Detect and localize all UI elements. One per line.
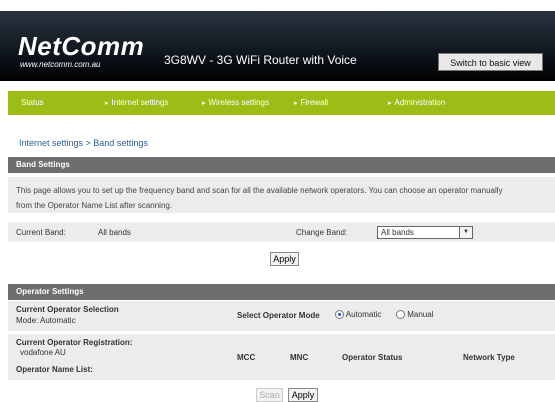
nav-label: Wireless settings bbox=[208, 98, 269, 107]
column-mnc: MNC bbox=[290, 353, 309, 362]
operator-apply-button[interactable]: Apply bbox=[288, 388, 318, 402]
mode-manual-label: Manual bbox=[407, 310, 434, 319]
select-mode-label: Select Operator Mode bbox=[237, 311, 320, 320]
registration-label: Current Operator Registration: bbox=[16, 338, 133, 347]
current-band-value: All bands bbox=[98, 228, 131, 237]
mode-automatic-option[interactable]: Automatic bbox=[335, 310, 382, 320]
operator-settings-header: Operator Settings bbox=[8, 284, 555, 300]
change-band-label: Change Band: bbox=[296, 228, 348, 237]
switch-basic-view-button[interactable]: Switch to basic view bbox=[438, 53, 543, 71]
band-settings-header: Band Settings bbox=[8, 157, 555, 173]
arrow-right-icon: ▸ bbox=[105, 100, 109, 107]
change-band-selected: All bands bbox=[381, 228, 414, 237]
breadcrumb[interactable]: Internet settings > Band settings bbox=[19, 138, 148, 148]
product-title: 3G8WV - 3G WiFi Router with Voice bbox=[164, 53, 357, 67]
change-band-select[interactable]: All bands ▼ bbox=[377, 226, 473, 239]
header-banner: NetComm www.netcomm.com.au 3G8WV - 3G Wi… bbox=[0, 11, 555, 81]
nav-label: Internet settings bbox=[111, 98, 169, 107]
band-apply-button[interactable]: Apply bbox=[270, 252, 299, 266]
nav-item-status[interactable]: Status bbox=[21, 91, 44, 115]
nav-label: Status bbox=[21, 98, 44, 107]
current-selection-label: Current Operator Selection bbox=[16, 305, 119, 314]
current-mode-line: Mode: Automatic bbox=[16, 316, 76, 325]
nav-item-wireless-settings[interactable]: ▸ Wireless settings bbox=[202, 91, 269, 116]
arrow-right-icon: ▸ bbox=[388, 100, 392, 107]
description-line-2: from the Operator Name List after scanni… bbox=[16, 201, 173, 210]
radio-automatic[interactable] bbox=[335, 310, 344, 320]
nav-item-firewall[interactable]: ▸ Firewall bbox=[294, 91, 328, 116]
radio-manual[interactable] bbox=[396, 310, 405, 320]
main-nav: Status ▸ Internet settings ▸ Wireless sett… bbox=[8, 91, 555, 115]
column-operator-status: Operator Status bbox=[342, 353, 403, 362]
registration-value: vodafone AU bbox=[20, 348, 66, 357]
column-mcc: MCC bbox=[237, 353, 256, 362]
mode-manual-option[interactable]: Manual bbox=[396, 310, 434, 320]
netcomm-logo[interactable]: NetComm bbox=[18, 31, 144, 62]
description-line-1: This page allows you to set up the frequ… bbox=[16, 186, 503, 195]
current-band-label: Current Band: bbox=[16, 228, 66, 237]
arrow-right-icon: ▸ bbox=[202, 100, 206, 107]
nav-label: Administration bbox=[394, 98, 446, 107]
nav-label: Firewall bbox=[300, 98, 329, 107]
mode-automatic-label: Automatic bbox=[345, 310, 382, 319]
nav-item-administration[interactable]: ▸ Administration bbox=[388, 91, 445, 116]
band-settings-description: This page allows you to set up the frequ… bbox=[8, 177, 555, 213]
scan-button[interactable]: Scan bbox=[256, 388, 283, 402]
nav-item-internet-settings[interactable]: ▸ Internet settings bbox=[105, 91, 168, 116]
arrow-right-icon: ▸ bbox=[294, 100, 298, 107]
operator-name-list-label: Operator Name List: bbox=[16, 365, 93, 374]
column-network-type: Network Type bbox=[463, 353, 515, 362]
logo-url: www.netcomm.com.au bbox=[20, 60, 101, 69]
dropdown-arrow-icon[interactable]: ▼ bbox=[459, 227, 472, 238]
